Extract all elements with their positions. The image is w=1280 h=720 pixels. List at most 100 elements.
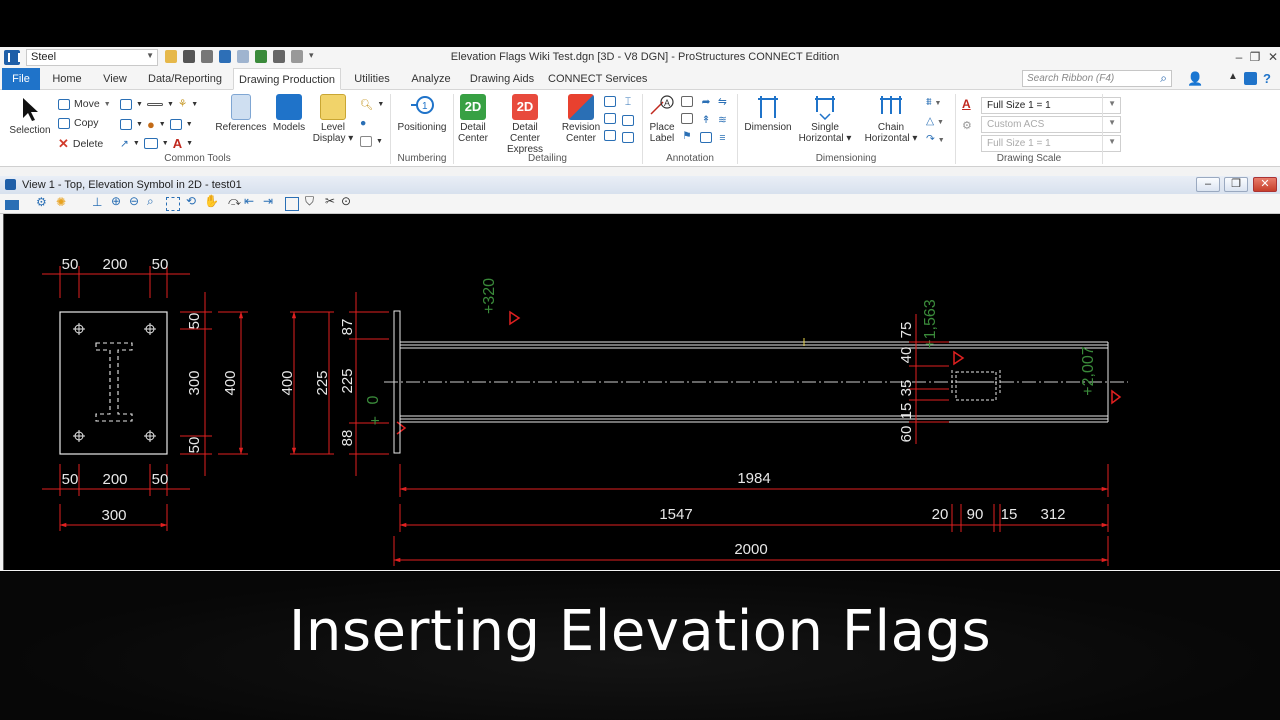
walk-icon[interactable]: ⤼ xyxy=(228,194,242,208)
view-attributes-icon[interactable] xyxy=(5,200,19,210)
redo-icon[interactable] xyxy=(237,50,249,63)
view-minimize-icon[interactable]: – xyxy=(1196,177,1220,192)
annotation-tools-3[interactable]: ⇋ ≋ ≡ xyxy=(718,96,727,144)
tab-data-reporting[interactable]: Data/Reporting xyxy=(142,68,228,90)
detail-center-express-button[interactable]: 2D Detail Center Express xyxy=(492,94,558,155)
help-icon[interactable]: ? xyxy=(1263,71,1271,86)
drawing-canvas[interactable]: 50 200 50 50 200 50 300 50 300 50 400 40… xyxy=(3,214,1280,570)
references-button[interactable]: References xyxy=(214,94,268,133)
zoom-in-icon[interactable]: ⊕ xyxy=(111,194,125,208)
annotation-scale-icon[interactable]: A xyxy=(962,97,971,111)
selection-button[interactable]: Selection xyxy=(6,96,54,136)
tab-home[interactable]: Home xyxy=(45,68,89,90)
brush-icon[interactable]: ⊥ xyxy=(92,195,106,209)
models-label: Models xyxy=(272,122,306,133)
undo-icon[interactable] xyxy=(219,50,231,63)
view-window-icon[interactable] xyxy=(5,179,16,190)
app-logo-icon[interactable] xyxy=(4,50,20,65)
tab-file[interactable]: File xyxy=(2,68,40,90)
dimension-tools[interactable]: ⩩ ▼ △ ▼ ↷ ▼ xyxy=(926,96,945,145)
single-horizontal-label-1: Single xyxy=(811,122,839,133)
plot-icon[interactable] xyxy=(291,50,303,63)
title-bar: Steel ▼ ▾ Elevation Flags Wiki Test.dgn … xyxy=(0,47,1280,68)
fill-icon: ● xyxy=(146,117,155,132)
user-icon[interactable]: 👤 xyxy=(1187,71,1203,87)
close-icon[interactable]: ✕ xyxy=(1262,48,1280,66)
tab-drawing-production[interactable]: Drawing Production xyxy=(233,68,341,90)
selection-label: Selection xyxy=(9,125,51,136)
search-tool[interactable]: 🔍︎ ▼ xyxy=(360,98,384,111)
print-icon[interactable] xyxy=(273,50,285,63)
pin-icon[interactable] xyxy=(255,50,267,63)
detailing-small-tools[interactable] xyxy=(604,96,616,141)
workspace-select[interactable]: Steel ▼ xyxy=(26,49,158,66)
chain-horizontal-button[interactable]: Chain Horizontal ▾ xyxy=(858,94,924,144)
place-label-button[interactable]: A Place Label xyxy=(645,94,679,144)
placement-tools-row-1[interactable]: ▼ ▼ ⚘ ▼ xyxy=(120,98,198,110)
grid-tool[interactable]: ▼ xyxy=(360,136,383,147)
open-folder-icon[interactable] xyxy=(165,50,177,63)
drawing-scale-select[interactable]: Full Size 1 = 1 ▼ xyxy=(981,97,1121,114)
save-all-icon[interactable] xyxy=(201,50,213,63)
tab-connect-services[interactable]: CONNECT Services xyxy=(548,68,647,90)
tab-analyze[interactable]: Analyze xyxy=(405,68,457,90)
tools-icon[interactable]: ✂ xyxy=(325,194,339,208)
elevation-symbol-selected[interactable] xyxy=(951,370,1001,401)
detailing-small-tools-2[interactable]: ⌶ xyxy=(622,96,634,143)
acs-select[interactable]: Custom ACS ▼ xyxy=(981,116,1121,133)
tab-utilities[interactable]: Utilities xyxy=(347,68,397,90)
elevation-dim-225: 225 xyxy=(339,368,356,393)
elevation-400-dim: 400 xyxy=(279,370,296,395)
plate-right-dim-1: 50 xyxy=(186,313,203,330)
plate-right-dim-3: 50 xyxy=(186,437,203,454)
zoom-out-icon[interactable]: ⊖ xyxy=(129,194,143,208)
arrow-up-icon: ↟ xyxy=(701,114,711,126)
tab-view[interactable]: View xyxy=(95,68,135,90)
tab-drawing-aids[interactable]: Drawing Aids xyxy=(464,68,540,90)
group-divider xyxy=(737,94,738,164)
annotation-tools-2[interactable]: ➦ ↟ xyxy=(700,96,712,143)
toggle-tool[interactable]: ● xyxy=(360,117,366,129)
filter-icon[interactable]: ⛉ xyxy=(305,194,319,208)
view-restore-icon[interactable]: ❐ xyxy=(1224,177,1248,192)
placement-tools-row-2[interactable]: ▼ ● ▼ ▼ xyxy=(120,117,193,132)
collapse-ribbon-icon[interactable]: ▲ xyxy=(1228,71,1238,82)
level-display-button[interactable]: Level Display ▾ xyxy=(310,94,356,144)
single-horizontal-button[interactable]: Single Horizontal ▾ xyxy=(797,94,853,144)
dimension-button[interactable]: Dimension xyxy=(740,94,796,133)
placement-tools-row-3[interactable]: ↗ ▼ ▼ A ▼ xyxy=(120,136,193,151)
copy-button[interactable]: Copy xyxy=(58,117,99,129)
save-icon[interactable] xyxy=(183,50,195,63)
acs-icon[interactable]: ⚙ xyxy=(962,119,972,132)
detail-center-button[interactable]: 2D Detail Center xyxy=(455,94,491,144)
camera-icon[interactable]: ⊙ xyxy=(341,194,355,208)
positioning-button[interactable]: 1 Positioning xyxy=(395,94,449,133)
single-horizontal-icon xyxy=(815,96,835,120)
info-icon[interactable] xyxy=(1244,72,1257,85)
window-area-icon[interactable]: ⌕ xyxy=(147,194,161,208)
display-style-icon[interactable]: ⚙ xyxy=(36,195,50,209)
toggle-icon: ● xyxy=(360,117,367,129)
secondary-scale-select[interactable]: Full Size 1 = 1 ▼ xyxy=(981,135,1121,152)
customize-icon[interactable]: ▾ xyxy=(309,50,321,63)
fit-view-icon[interactable] xyxy=(166,197,180,211)
drawing-svg[interactable]: 50 200 50 50 200 50 300 50 300 50 400 40… xyxy=(4,214,1280,570)
lighting-icon[interactable]: ✺ xyxy=(56,195,70,209)
delete-button[interactable]: ✕ Delete xyxy=(58,136,103,152)
search-ribbon-input[interactable]: Search Ribbon (F4) ⌕ xyxy=(1022,70,1172,87)
annotation-tools-1[interactable]: ⚑ xyxy=(681,96,693,142)
next-view-icon[interactable]: ⇥ xyxy=(263,194,277,208)
pan-view-icon[interactable]: ✋ xyxy=(204,194,219,208)
view-close-icon[interactable]: ✕ xyxy=(1253,177,1277,192)
clip-volume-icon[interactable] xyxy=(285,197,299,211)
move-button[interactable]: Move ▼ xyxy=(58,98,111,110)
search-icon[interactable]: ⌕ xyxy=(1160,71,1167,86)
previous-view-icon[interactable]: ⇤ xyxy=(244,194,258,208)
rotate-view-icon[interactable]: ⟲ xyxy=(186,194,200,208)
models-button[interactable]: Models xyxy=(270,94,308,133)
dimension-icon xyxy=(758,96,778,118)
references-label: References xyxy=(215,122,267,133)
chain-horizontal-icon xyxy=(880,96,902,114)
revision-center-button[interactable]: Revision Center xyxy=(560,94,602,144)
group-drawing-scale: Drawing Scale xyxy=(996,153,1062,164)
